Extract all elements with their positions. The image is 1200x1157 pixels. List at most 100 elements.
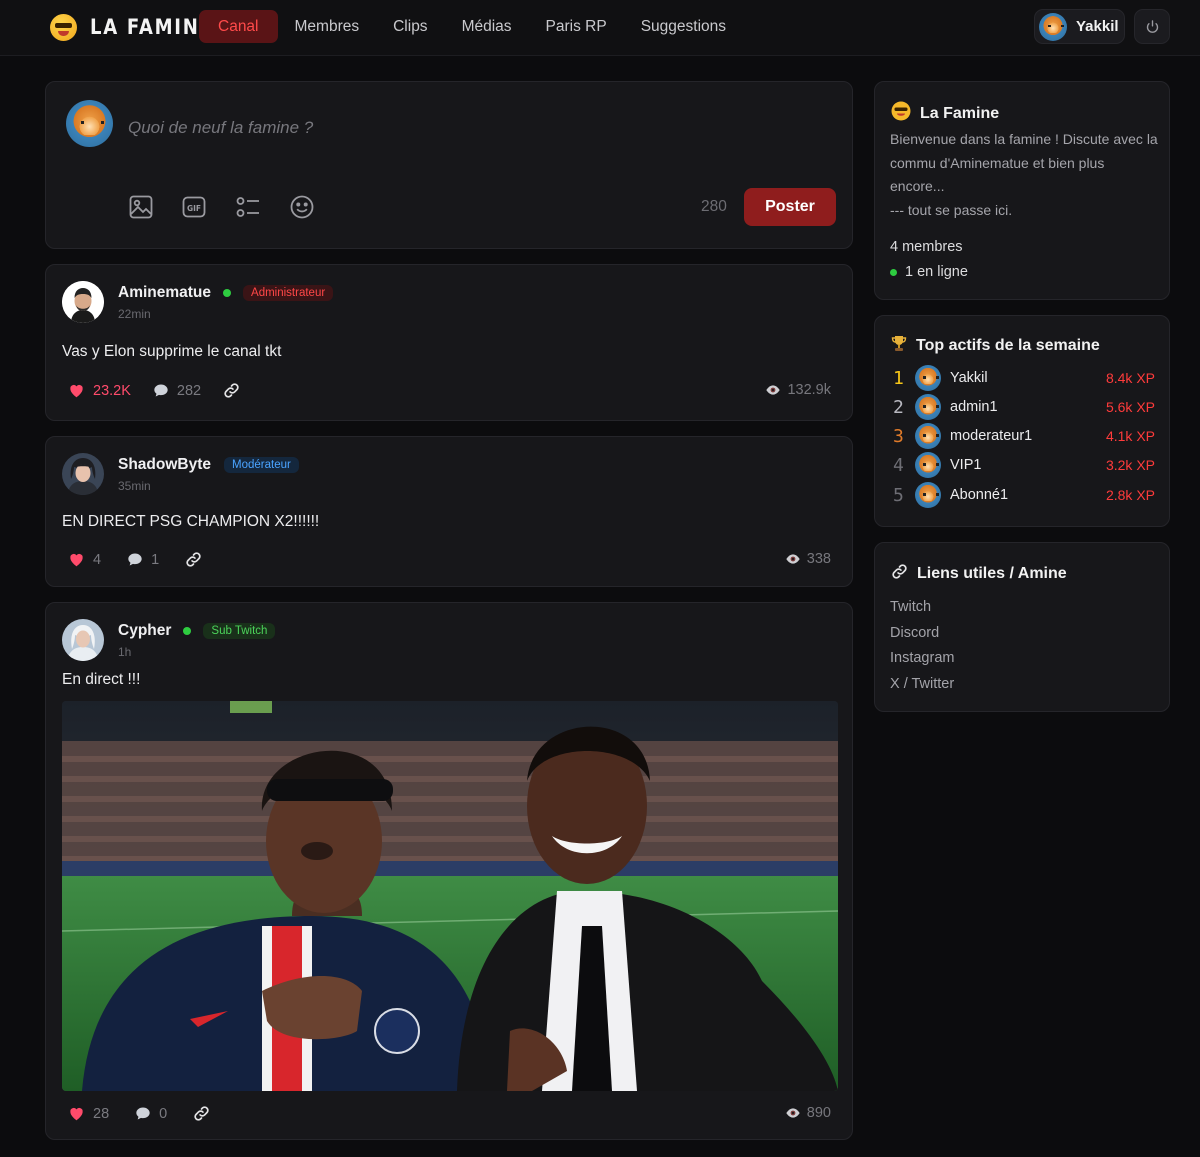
- online-indicator: [183, 627, 192, 635]
- links-title: Liens utiles / Amine: [917, 565, 1067, 582]
- poll-icon[interactable]: [235, 194, 261, 220]
- like-button[interactable]: 28: [68, 1106, 109, 1122]
- link-instagram[interactable]: Instagram: [890, 650, 954, 666]
- online-indicator: [890, 268, 897, 276]
- avatar: [915, 394, 941, 420]
- post-card: ShadowByte Modérateur 35min EN DIRECT PS…: [45, 436, 853, 587]
- heart-icon: [70, 553, 83, 567]
- nav-suggestions[interactable]: Suggestions: [624, 10, 743, 43]
- nav-membres[interactable]: Membres: [278, 10, 377, 43]
- post-card: Aminematue Administrateur 22min Vas y El…: [45, 264, 853, 421]
- post-image[interactable]: [62, 701, 838, 1091]
- composer-input[interactable]: Quoi de neuf la famine ?: [128, 118, 313, 138]
- rank-xp: 4.1k XP: [1105, 428, 1155, 444]
- rank-number: 4: [893, 454, 904, 476]
- post-button[interactable]: Poster: [744, 188, 836, 226]
- rank-xp: 8.4k XP: [1105, 370, 1155, 386]
- svg-text:GIF: GIF: [187, 204, 201, 213]
- post-author[interactable]: Cypher: [118, 622, 171, 640]
- share-link-button[interactable]: [193, 1105, 218, 1122]
- leaderboard-title: Top actifs de la semaine: [916, 337, 1100, 354]
- description-line: Bienvenue dans la famine ! Discute avec …: [890, 131, 1158, 194]
- eye-icon: [766, 385, 781, 395]
- top-navbar: LA FAMINE Canal Membres Clips Médias Par…: [0, 0, 1200, 56]
- rank-user: Yakkil: [950, 370, 988, 386]
- useful-links-card: Liens utiles / Amine Twitch Discord Inst…: [874, 542, 1170, 712]
- like-button[interactable]: 23.2K: [68, 383, 131, 399]
- share-link-button[interactable]: [185, 551, 210, 568]
- author-avatar-image: [62, 619, 104, 661]
- rank-user: admin1: [950, 399, 998, 415]
- gif-icon[interactable]: GIF: [181, 194, 207, 220]
- post-author[interactable]: ShadowByte: [118, 456, 211, 474]
- online-count-text: 1 en ligne: [905, 264, 968, 280]
- leaderboard-row[interactable]: 2 admin1 5.6k XP: [893, 393, 1155, 421]
- post-time: 1h: [118, 645, 132, 659]
- comment-button[interactable]: 1: [127, 552, 159, 568]
- leaderboard-row[interactable]: 4 VIP1 3.2k XP: [893, 451, 1155, 479]
- eye-icon: [786, 554, 800, 564]
- community-about-card: La Famine Bienvenue dans la famine ! Dis…: [874, 81, 1170, 300]
- post-card: Cypher Sub Twitch 1h En direct !!! 28 0 …: [45, 602, 853, 1140]
- online-indicator: [223, 289, 232, 297]
- link-icon: [891, 563, 908, 585]
- char-counter: 280: [701, 198, 727, 215]
- post-composer: Quoi de neuf la famine ? GIF 280 Poster: [45, 81, 853, 249]
- view-count: 132.9k: [765, 382, 831, 398]
- nav-medias[interactable]: Médias: [445, 10, 529, 43]
- nav-paris-rp[interactable]: Paris RP: [529, 10, 624, 43]
- comment-button[interactable]: 282: [153, 383, 201, 399]
- view-count: 890: [785, 1105, 831, 1121]
- views-value: 132.9k: [787, 382, 831, 398]
- avatar[interactable]: [62, 619, 104, 661]
- link-twitch[interactable]: Twitch: [890, 599, 931, 615]
- role-badge: Sub Twitch: [203, 623, 276, 639]
- brand-logo-icon: [50, 13, 77, 41]
- leaderboard-row[interactable]: 5 Abonné1 2.8k XP: [893, 481, 1155, 509]
- nav-canal[interactable]: Canal: [199, 10, 278, 43]
- post-text: En direct !!!: [62, 671, 141, 688]
- leaderboard-row[interactable]: 3 moderateur1 4.1k XP: [893, 422, 1155, 450]
- link-icon: [194, 1106, 209, 1121]
- avatar: [915, 452, 941, 478]
- link-discord[interactable]: Discord: [890, 625, 939, 641]
- link-icon: [224, 383, 239, 398]
- post-time: 35min: [118, 479, 151, 493]
- rank-number: 3: [893, 425, 904, 447]
- nav-clips[interactable]: Clips: [376, 10, 444, 43]
- like-button[interactable]: 4: [68, 552, 101, 568]
- leaderboard-row[interactable]: 1 Yakkil 8.4k XP: [893, 364, 1155, 392]
- rank-number: 2: [893, 396, 904, 418]
- views-value: 890: [806, 1105, 831, 1121]
- main-nav: Canal Membres Clips Médias Paris RP Sugg…: [199, 10, 743, 43]
- avatar[interactable]: [62, 453, 104, 495]
- view-count: 338: [785, 551, 831, 567]
- user-menu-button[interactable]: Yakkil: [1034, 9, 1125, 44]
- author-avatar-image: [62, 281, 104, 323]
- member-count: 4 membres: [890, 239, 963, 255]
- brand-name: LA FAMINE: [90, 15, 214, 39]
- rank-number: 5: [893, 484, 904, 506]
- eye-icon: [786, 1108, 800, 1118]
- avatar[interactable]: [62, 281, 104, 323]
- user-name: Yakkil: [1076, 18, 1119, 35]
- avatar: [915, 423, 941, 449]
- link-x-twitter[interactable]: X / Twitter: [890, 676, 954, 692]
- avatar: [1039, 12, 1067, 41]
- like-count: 4: [93, 551, 102, 568]
- link-icon: [186, 552, 201, 567]
- author-avatar-image: [62, 453, 104, 495]
- trophy-icon: [891, 335, 907, 357]
- comment-button[interactable]: 0: [135, 1106, 167, 1122]
- avatar: [915, 365, 941, 391]
- heart-icon: [70, 1107, 83, 1121]
- logout-button[interactable]: [1134, 9, 1170, 44]
- stadium-photo: [62, 701, 838, 1091]
- share-link-button[interactable]: [223, 382, 248, 399]
- image-icon[interactable]: [128, 194, 154, 220]
- comment-icon: [128, 553, 142, 566]
- emoji-icon[interactable]: [289, 194, 315, 220]
- post-author[interactable]: Aminematue: [118, 284, 211, 302]
- like-count: 28: [93, 1105, 110, 1122]
- heart-icon: [70, 384, 83, 398]
